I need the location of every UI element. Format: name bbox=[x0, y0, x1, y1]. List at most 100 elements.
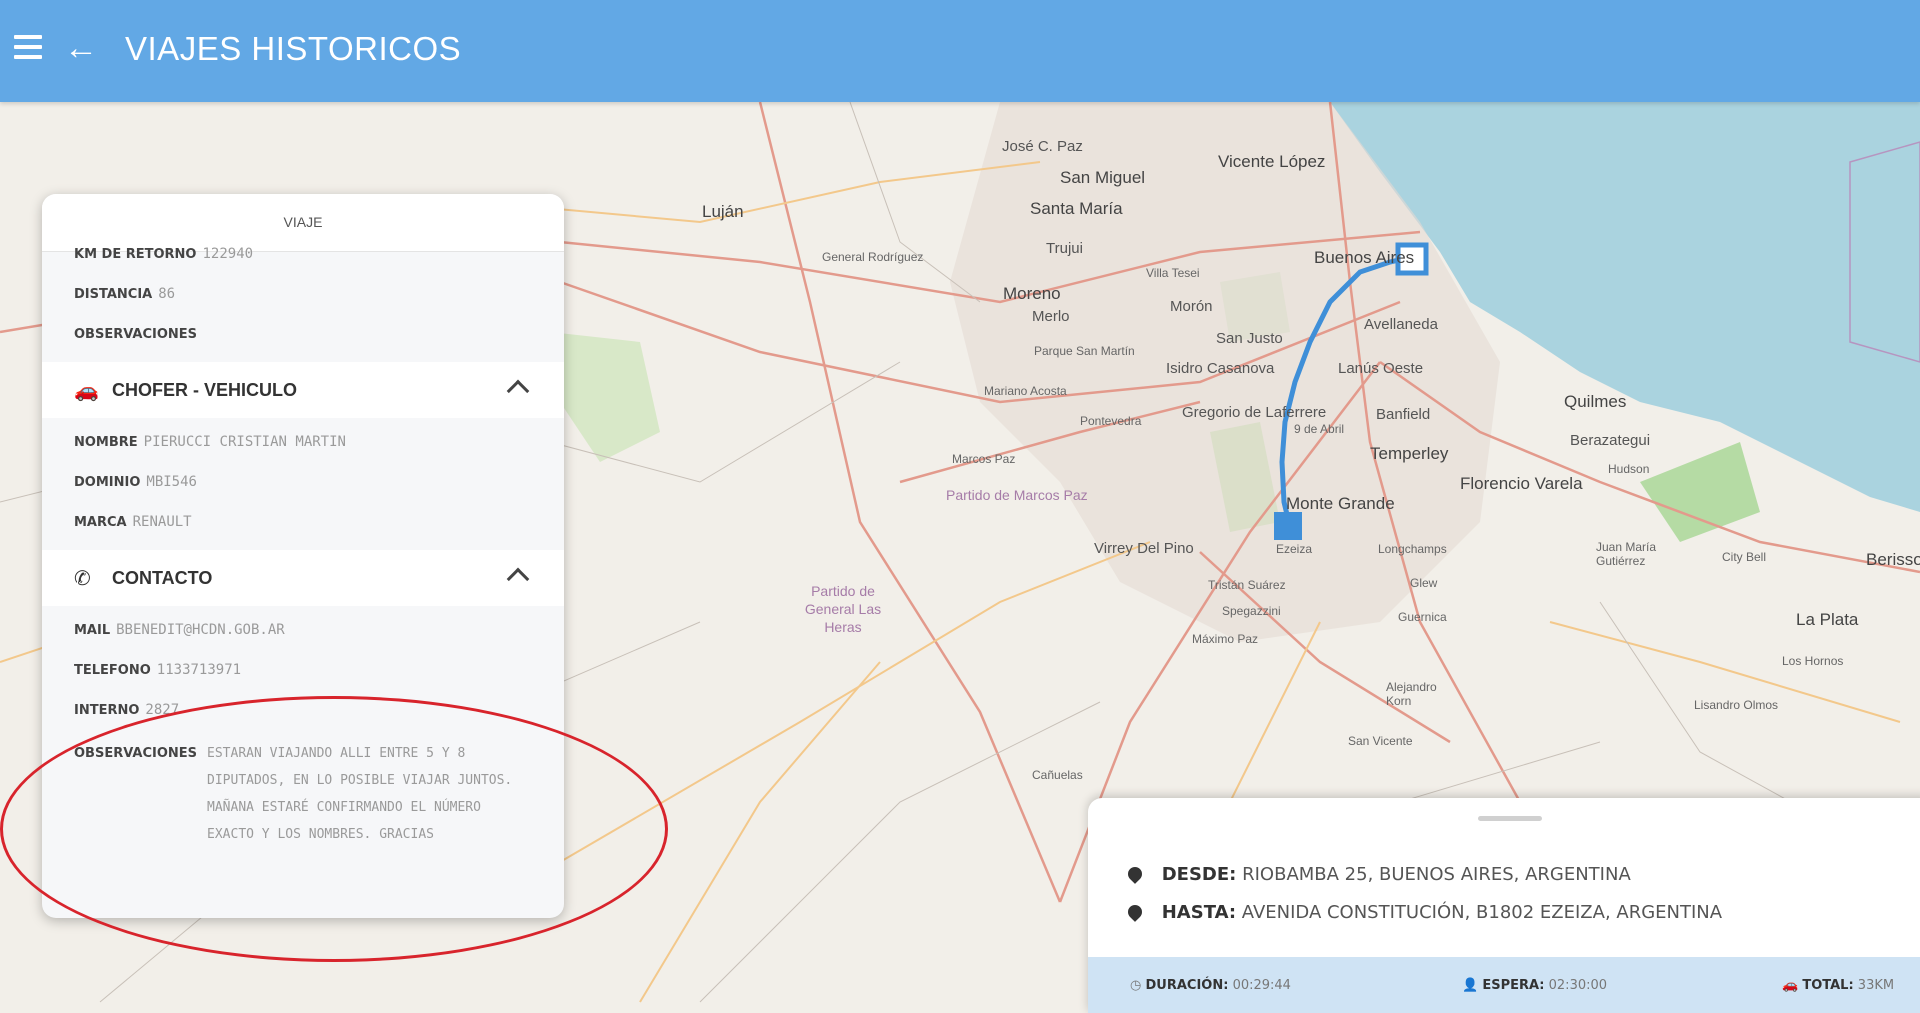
map-place-label: Partido de Marcos Paz bbox=[946, 487, 1088, 503]
map-place-label: Quilmes bbox=[1564, 392, 1627, 411]
total-label: TOTAL: bbox=[1802, 977, 1854, 993]
detail-row: NOMBRE PIERUCCI CRISTIAN MARTIN bbox=[42, 422, 564, 462]
desde-label: DESDE: bbox=[1161, 864, 1237, 885]
map-place-label: Hudson bbox=[1608, 462, 1650, 476]
detail-label: NOMBRE bbox=[74, 435, 138, 450]
map-place-label: Parque San Martín bbox=[1034, 344, 1135, 358]
detail-value: 2827 bbox=[145, 702, 180, 718]
hasta-value: AVENIDA CONSTITUCIÓN, B1802 EZEIZA, ARGE… bbox=[1241, 902, 1723, 923]
detail-label: OBSERVACIONES bbox=[74, 327, 198, 342]
section-title: CONTACTO bbox=[112, 567, 213, 588]
map-place-label: Ezeiza bbox=[1276, 542, 1313, 556]
chofer-section: NOMBRE PIERUCCI CRISTIAN MARTIN DOMINIO MB… bbox=[42, 418, 564, 542]
map-place-label: General Rodríguez bbox=[822, 250, 924, 264]
duracion-value: 00:29:44 bbox=[1232, 977, 1291, 993]
map-place-label: Longchamps bbox=[1378, 542, 1447, 556]
map-place-label: Virrey Del Pino bbox=[1094, 540, 1194, 557]
trip-detail-card: VIAJE KM DE RETORNO 122940 DISTANCIA 86 OB… bbox=[42, 194, 564, 918]
map-place-label: Pontevedra bbox=[1080, 414, 1142, 428]
location-pin-icon bbox=[1125, 902, 1145, 922]
map-place-label: Isidro Casanova bbox=[1166, 360, 1275, 377]
map-place-label: Juan María Gutiérrez bbox=[1596, 540, 1657, 568]
map-place-label: Avellaneda bbox=[1364, 316, 1438, 333]
chevron-up-icon[interactable] bbox=[506, 379, 530, 403]
detail-value: 86 bbox=[158, 286, 176, 302]
phone-icon: ✆ bbox=[74, 567, 91, 590]
espera-stat: 👤 ESPERA: 02:30:00 bbox=[1462, 977, 1608, 993]
total-stat: 🚗 TOTAL: 33KM bbox=[1782, 977, 1895, 993]
map-place-label: Berazategui bbox=[1570, 432, 1651, 449]
map-place-label: Luján bbox=[702, 202, 744, 221]
app-bar: ← VIAJES HISTORICOS bbox=[0, 0, 1920, 102]
map-place-label: City Bell bbox=[1722, 550, 1767, 564]
map-place-label: Florencio Varela bbox=[1460, 474, 1583, 493]
contacto-section-header[interactable]: ✆ CONTACTO bbox=[42, 550, 564, 606]
map-place-label: Gregorio de Laferrere bbox=[1182, 404, 1327, 421]
detail-value: BBENEDIT@HCDN.GOB.AR bbox=[116, 622, 285, 638]
map-place-label: Vicente López bbox=[1218, 152, 1326, 171]
map-place-label: José C. Paz bbox=[1002, 138, 1083, 155]
duracion-label: DURACIÓN: bbox=[1145, 977, 1229, 993]
map-place-label: San Vicente bbox=[1348, 734, 1413, 748]
detail-value: PIERUCCI CRISTIAN MARTIN bbox=[143, 434, 346, 450]
map-place-label: Marcos Paz bbox=[952, 452, 1016, 466]
car-icon: 🚗 bbox=[74, 379, 99, 402]
location-pin-icon bbox=[1125, 864, 1145, 884]
duracion-stat: ◷ DURACIÓN: 00:29:44 bbox=[1130, 977, 1291, 993]
map-place-label: Moreno bbox=[1003, 284, 1061, 303]
espera-label: ESPERA: bbox=[1482, 977, 1545, 993]
detail-row: MARCA RENAULT bbox=[42, 502, 564, 542]
map-place-label: Mariano Acosta bbox=[984, 384, 1067, 398]
map-place-label: Trujui bbox=[1046, 240, 1083, 257]
chevron-up-icon[interactable] bbox=[506, 567, 530, 591]
route-summary-card: DESDE: RIOBAMBA 25, BUENOS AIRES, ARGENT… bbox=[1088, 798, 1920, 1013]
detail-row: TELEFONO 1133713971 bbox=[42, 650, 564, 690]
map-place-label: Partido de General Las Heras bbox=[804, 583, 882, 635]
detail-row: KM DE RETORNO 122940 bbox=[42, 234, 564, 274]
drag-handle[interactable] bbox=[1478, 816, 1542, 821]
total-value: 33KM bbox=[1857, 977, 1895, 993]
map-place-label: Temperley bbox=[1370, 444, 1449, 463]
map-place-label: Santa María bbox=[1030, 199, 1123, 218]
detail-label: KM DE RETORNO bbox=[74, 247, 197, 262]
map-place-label: Guernica bbox=[1398, 610, 1447, 624]
desde-value: RIOBAMBA 25, BUENOS AIRES, ARGENTINA bbox=[1242, 864, 1631, 885]
detail-label: INTERNO bbox=[74, 703, 140, 718]
desde-row: DESDE: RIOBAMBA 25, BUENOS AIRES, ARGENT… bbox=[1125, 864, 1631, 885]
viaje-section: KM DE RETORNO 122940 DISTANCIA 86 OBSERVAC… bbox=[42, 234, 564, 354]
map-place-label: Lisandro Olmos bbox=[1694, 698, 1779, 712]
map-place-label: Glew bbox=[1410, 576, 1438, 590]
destination-marker bbox=[1274, 512, 1302, 540]
map-place-label: Villa Tesei bbox=[1146, 266, 1200, 280]
detail-value: 1133713971 bbox=[156, 662, 242, 678]
map-place-label: Merlo bbox=[1032, 308, 1070, 325]
map-place-label: 9 de Abril bbox=[1294, 422, 1345, 436]
chofer-section-header[interactable]: 🚗 CHOFER - VEHICULO bbox=[42, 362, 564, 418]
map-place-label: Alejandro Korn bbox=[1386, 680, 1437, 708]
hasta-label: HASTA: bbox=[1161, 902, 1237, 923]
detail-label: MARCA bbox=[74, 515, 127, 530]
map-place-label: Lanús Oeste bbox=[1338, 360, 1424, 377]
map-place-label: Monte Grande bbox=[1286, 494, 1395, 513]
page-title: VIAJES HISTORICOS bbox=[125, 30, 462, 67]
map-place-label: Máximo Paz bbox=[1192, 632, 1259, 646]
map-place-label: Morón bbox=[1170, 298, 1213, 315]
detail-row: INTERNO 2827 bbox=[42, 690, 564, 730]
map-place-label: San Justo bbox=[1216, 330, 1283, 347]
map-place-label: Berisso bbox=[1866, 550, 1920, 569]
menu-icon[interactable] bbox=[14, 35, 42, 63]
map-place-label: Spegazzini bbox=[1222, 604, 1281, 618]
detail-row: DOMINIO MBI546 bbox=[42, 462, 564, 502]
back-arrow-icon[interactable]: ← bbox=[64, 30, 98, 66]
contacto-section: MAIL BBENEDIT@HCDN.GOB.AR TELEFONO 1133713… bbox=[42, 606, 564, 848]
map-place-label: La Plata bbox=[1796, 610, 1859, 629]
map-place-label: Cañuelas bbox=[1032, 768, 1083, 782]
map-place-label: San Miguel bbox=[1060, 168, 1146, 187]
hasta-row: HASTA: AVENIDA CONSTITUCIÓN, B1802 EZEIZ… bbox=[1125, 902, 1723, 923]
detail-row: MAIL BBENEDIT@HCDN.GOB.AR bbox=[42, 610, 564, 650]
detail-value: 122940 bbox=[202, 246, 254, 262]
map-place-label: Los Hornos bbox=[1782, 654, 1844, 668]
detail-value: MBI546 bbox=[146, 474, 197, 490]
trip-stats-bar: ◷ DURACIÓN: 00:29:44 👤 ESPERA: 02:30:00 … bbox=[1088, 957, 1920, 1013]
observaciones-text: ESTARAN VIAJANDO ALLI ENTRE 5 Y 8 DIPUTA… bbox=[207, 746, 513, 842]
